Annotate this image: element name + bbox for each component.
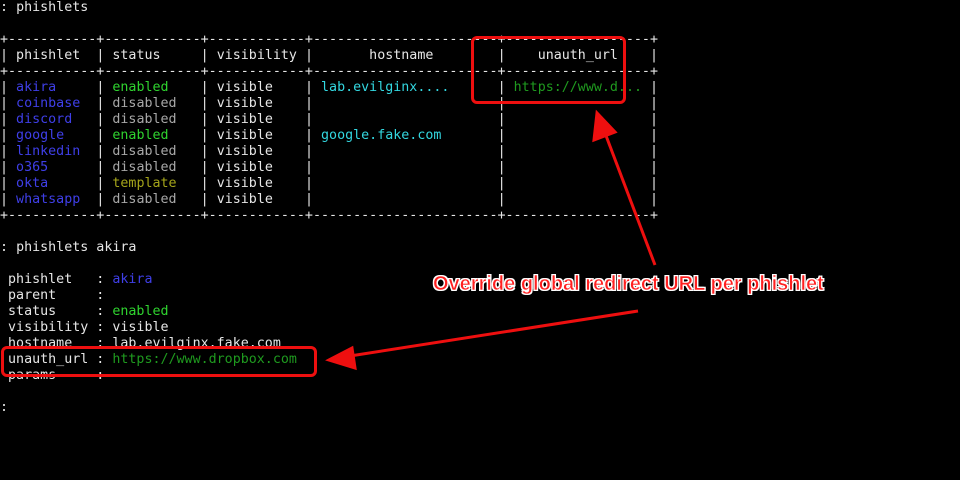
arrow-to-row-head xyxy=(325,345,357,371)
annotation-arrows xyxy=(325,109,657,371)
arrow-to-column xyxy=(603,132,657,266)
annotation-caption: Override global redirect URL per phishle… xyxy=(433,273,824,296)
arrow-to-column-head xyxy=(592,109,618,143)
arrow-to-row xyxy=(349,309,639,358)
terminal-window: : phishlets +-----------+------------+--… xyxy=(0,0,960,480)
